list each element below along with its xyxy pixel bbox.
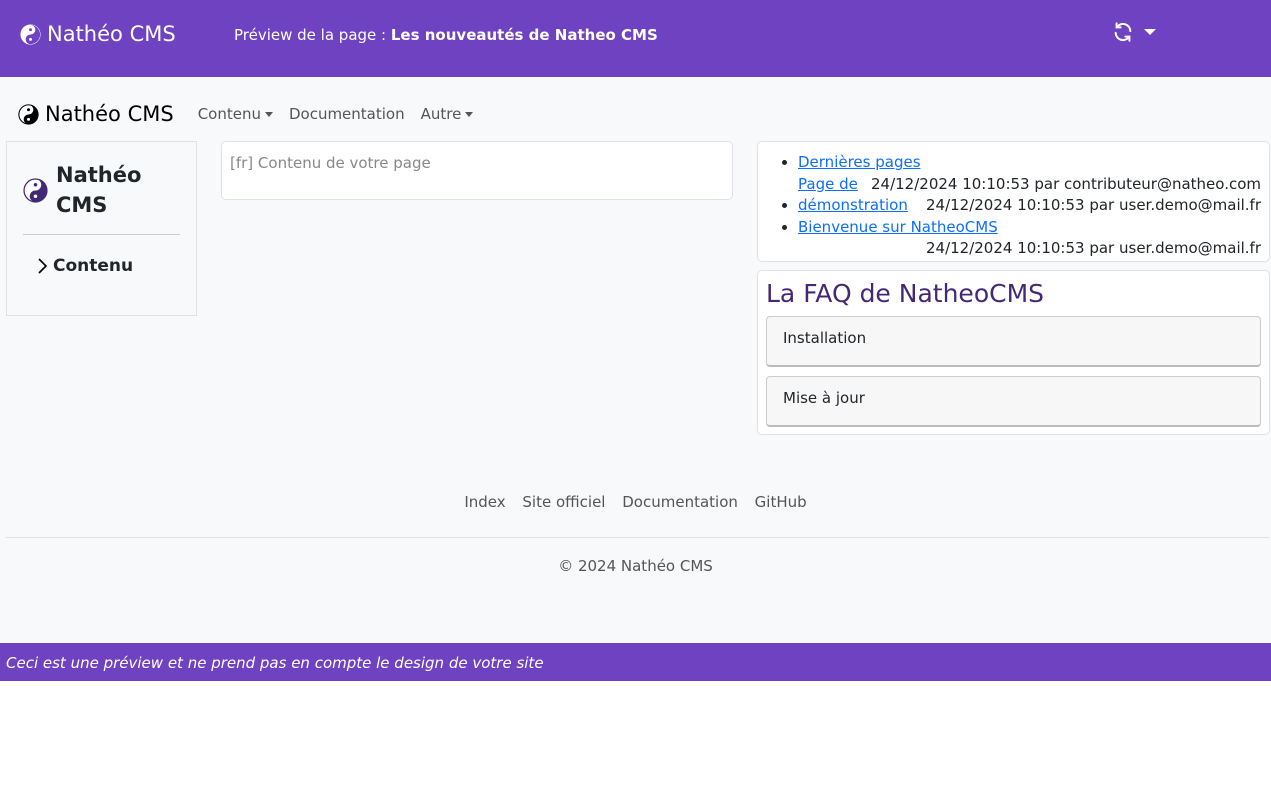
sidebar-header: Nathéo CMS <box>23 160 166 220</box>
page-content: [fr] Contenu de votre page <box>221 141 733 200</box>
sidebar: Nathéo CMS Contenu <box>6 141 197 316</box>
navbar-brand-label: Nathéo CMS <box>45 102 174 126</box>
demo-page-meta-2: 24/12/2024 10:10:53 par user.demo@mail.f… <box>925 196 1261 214</box>
preview-notice: Ceci est une préview et ne prend pas en … <box>6 654 544 672</box>
header-brand[interactable]: Nathéo CMS <box>20 22 176 46</box>
caret-down-icon[interactable] <box>1144 29 1156 35</box>
page-body: Nathéo CMS Contenu Documentation Autre N… <box>0 77 1271 643</box>
recent-pages-link[interactable]: Dernières pages <box>798 153 921 171</box>
preview-page-title: Les nouveautés de Natheo CMS <box>390 26 658 44</box>
sidebar-divider <box>23 234 180 235</box>
header-actions <box>1112 21 1156 43</box>
sidebar-title: Nathéo CMS <box>56 163 142 217</box>
chevron-right-icon <box>38 258 48 274</box>
footer-link-documentation[interactable]: Documentation <box>622 493 738 511</box>
demo-page-meta-1: 24/12/2024 10:10:53 par contributeur@nat… <box>871 174 1261 193</box>
recent-pages-card: Dernières pages Page de démonstration 24… <box>757 141 1270 262</box>
faq-title: La FAQ de NatheoCMS <box>766 279 1045 308</box>
header-brand-label: Nathéo CMS <box>47 22 176 46</box>
sidebar-item-label: Contenu <box>53 256 134 276</box>
navbar-brand[interactable]: Nathéo CMS <box>18 102 174 126</box>
faq-item-label: Installation <box>783 329 867 347</box>
faq-card: La FAQ de NatheoCMS Installation Mise à … <box>757 270 1270 435</box>
nav-item-contenu[interactable]: Contenu <box>198 105 273 123</box>
sidebar-item-contenu[interactable]: Contenu <box>35 256 133 276</box>
footer-link-site-officiel[interactable]: Site officiel <box>522 493 605 511</box>
faq-item-installation[interactable]: Installation <box>766 316 1261 367</box>
copyright: © 2024 Nathéo CMS <box>558 557 713 575</box>
welcome-page-meta: 24/12/2024 10:10:53 par user.demo@mail.f… <box>925 239 1261 257</box>
nav-item-documentation[interactable]: Documentation <box>289 105 405 123</box>
list-item: Page de démonstration 24/12/2024 10:10:5… <box>798 174 1261 217</box>
list-item: Bienvenue sur NatheoCMS 24/12/2024 10:10… <box>798 217 1261 260</box>
footer-link-github[interactable]: GitHub <box>755 493 807 511</box>
footer-link-index[interactable]: Index <box>464 493 505 511</box>
footer-links: Index Site officiel Documentation GitHub <box>0 493 1271 511</box>
preview-title: Préview de la page : Les nouveautés de N… <box>234 26 658 44</box>
nav-item-label: Contenu <box>197 105 261 123</box>
yin-yang-icon <box>23 177 48 203</box>
list-item: Dernières pages <box>798 152 1261 174</box>
nav-item-label: Documentation <box>288 105 405 123</box>
site-navbar: Nathéo CMS Contenu Documentation Autre <box>18 102 489 126</box>
top-header: Nathéo CMS Préview de la page : Les nouv… <box>0 0 1271 77</box>
caret-down-icon <box>465 111 474 117</box>
footer-divider <box>6 537 1269 538</box>
content-placeholder: [fr] Contenu de votre page <box>230 154 431 172</box>
caret-down-icon <box>264 111 273 117</box>
preview-label: Préview de la page : <box>234 26 387 44</box>
preview-notice-bar: Ceci est une préview et ne prend pas en … <box>0 643 1271 681</box>
faq-item-label: Mise à jour <box>783 389 865 407</box>
faq-item-mise-a-jour[interactable]: Mise à jour <box>766 376 1261 427</box>
yin-yang-icon <box>18 103 39 125</box>
nav-item-label: Autre <box>420 105 462 123</box>
yin-yang-icon <box>20 23 41 45</box>
nav-item-autre[interactable]: Autre <box>421 105 474 123</box>
refresh-icon[interactable] <box>1112 21 1134 43</box>
welcome-page-link[interactable]: Bienvenue sur NatheoCMS <box>798 218 998 236</box>
